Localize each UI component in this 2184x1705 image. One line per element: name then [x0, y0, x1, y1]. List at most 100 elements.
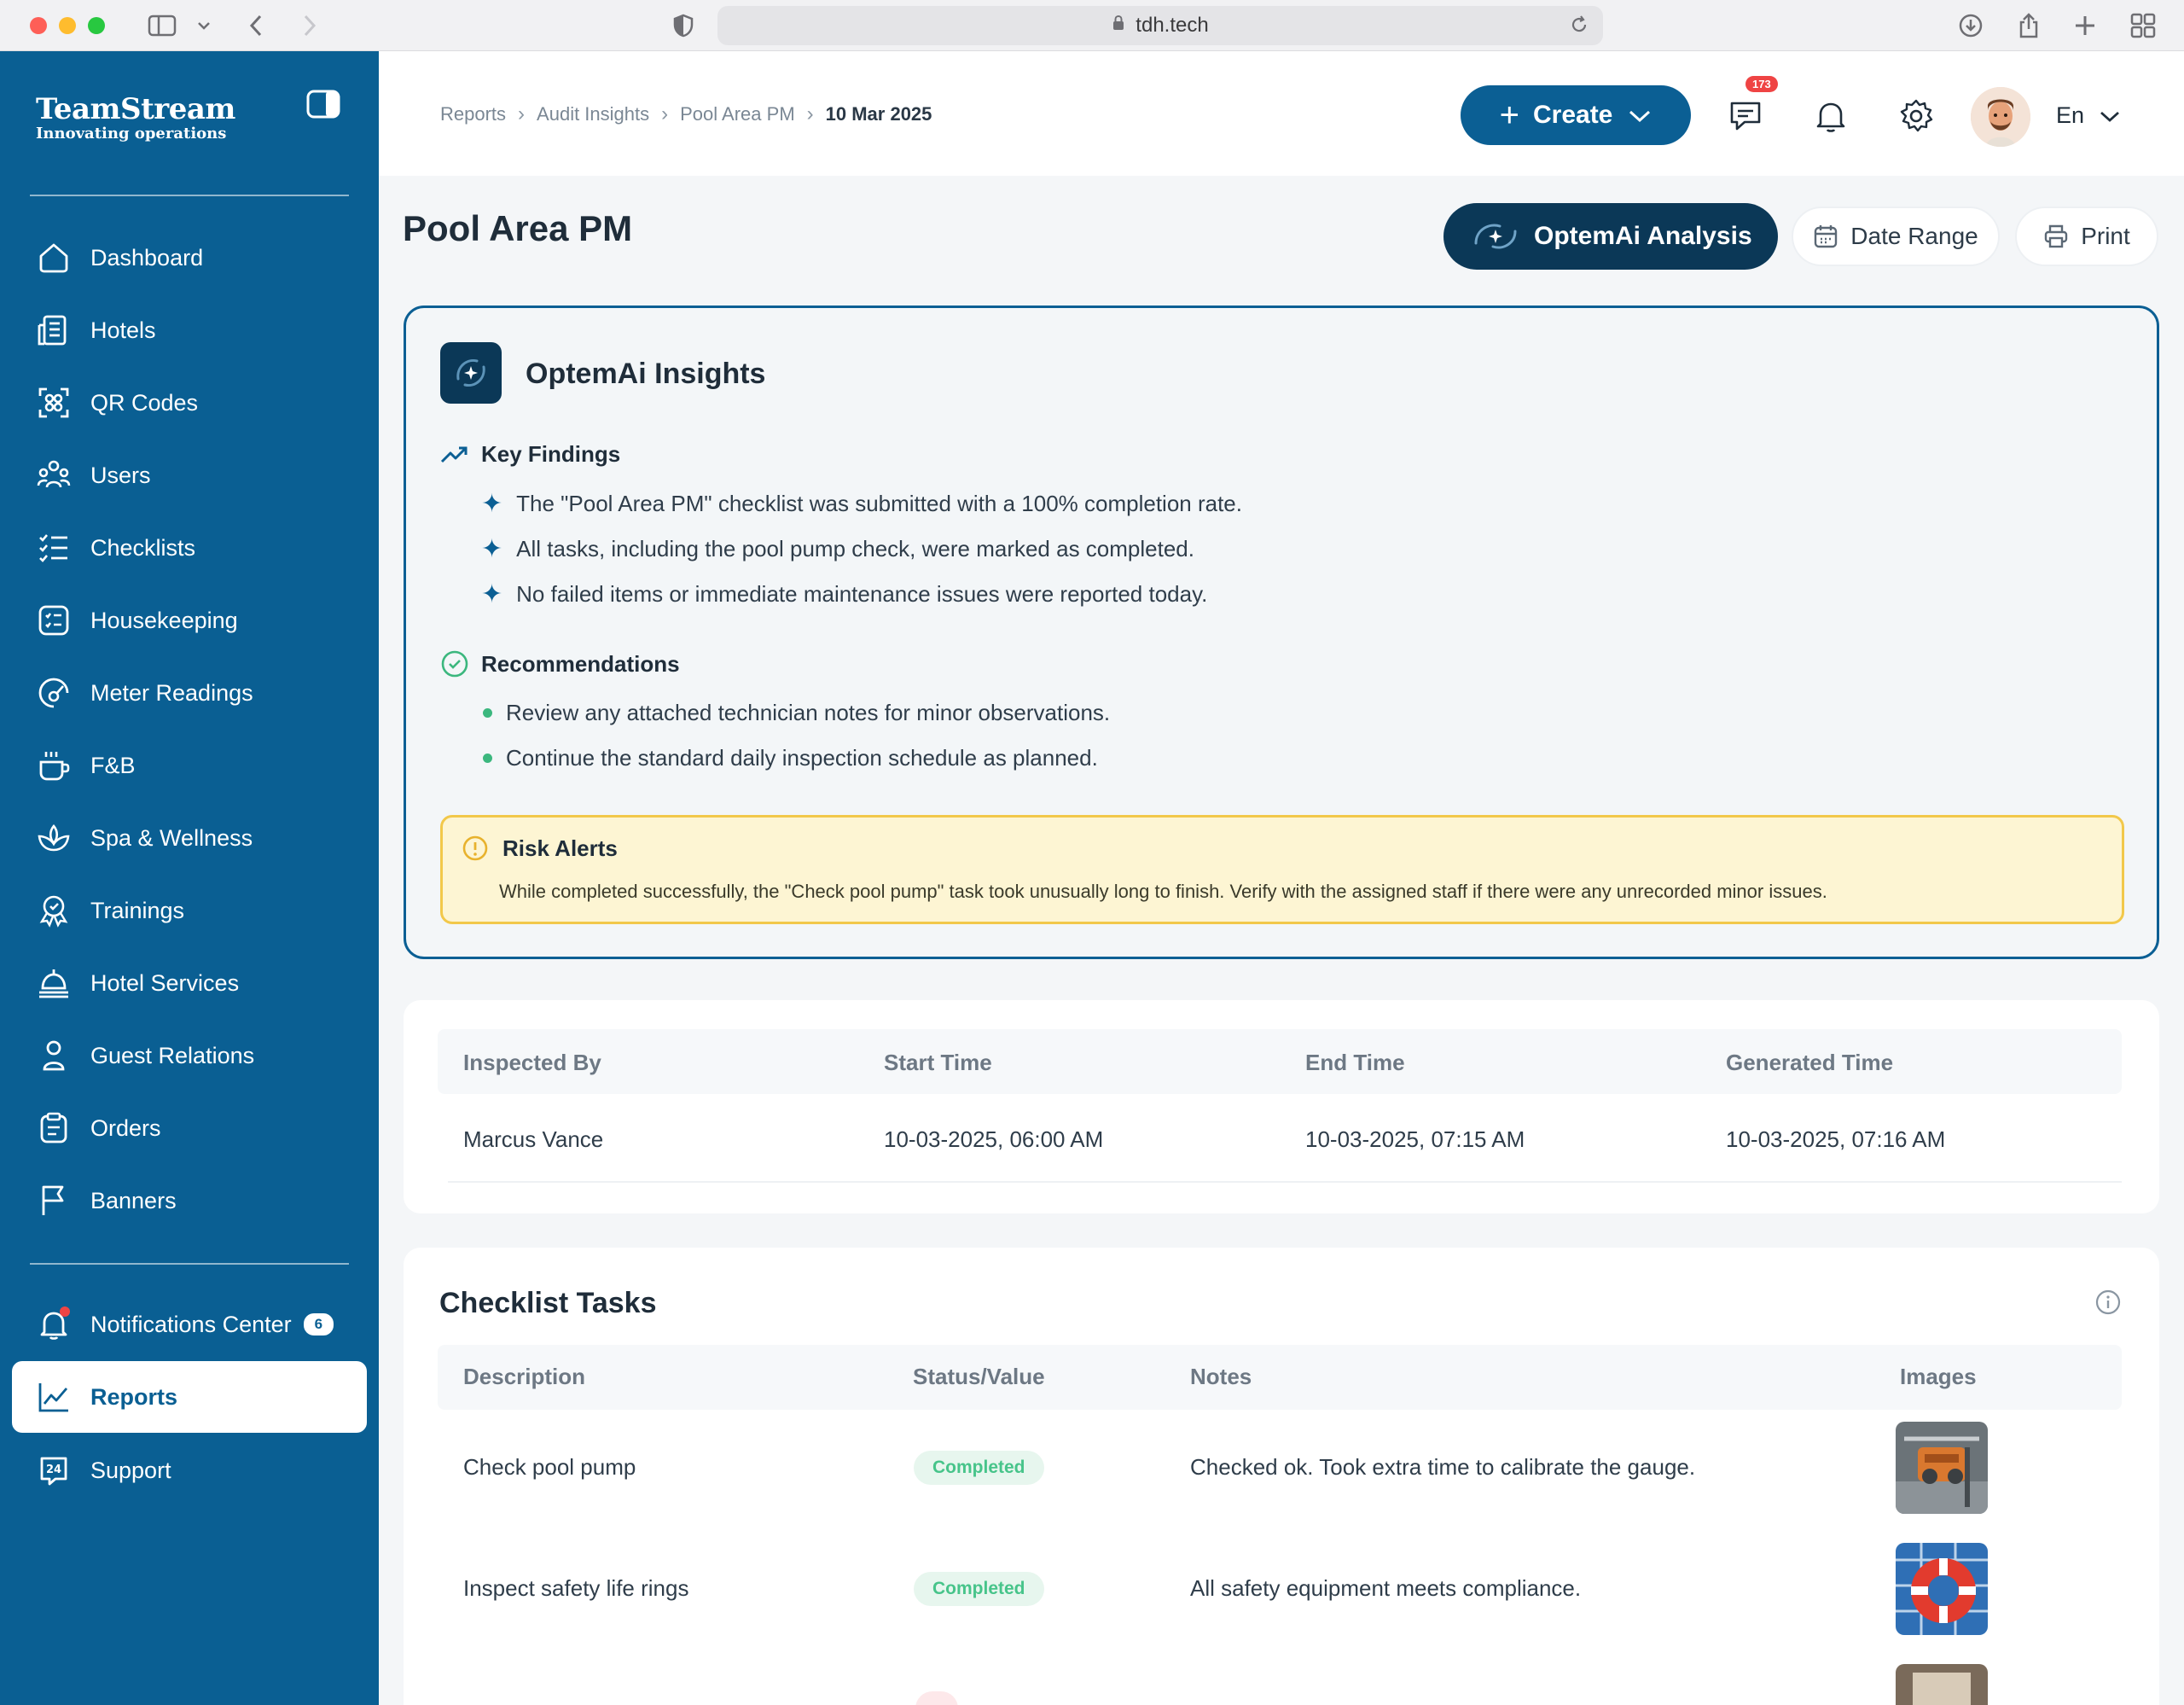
sidebar-item-reports[interactable]: Reports — [12, 1361, 367, 1433]
messages-icon[interactable] — [1727, 97, 1764, 135]
column-header: Description — [463, 1364, 586, 1389]
column-header: Status/Value — [913, 1364, 1045, 1389]
column-header: End Time — [1305, 1050, 1405, 1075]
sidebar-collapse-icon[interactable] — [305, 89, 343, 125]
sidebar-item-label: QR Codes — [90, 389, 199, 416]
avatar[interactable] — [1971, 87, 2030, 147]
sparkle-icon: ✦ — [481, 489, 503, 518]
status-badge: Completed — [914, 1572, 1044, 1606]
meter-icon — [36, 675, 72, 711]
printer-icon — [2043, 224, 2069, 249]
forward-icon[interactable] — [297, 11, 322, 40]
breadcrumb-current: 10 Mar 2025 — [825, 103, 932, 125]
new-tab-icon[interactable] — [2070, 11, 2100, 40]
breadcrumb: Reports › Audit Insights › Pool Area PM … — [440, 102, 932, 126]
address-bar[interactable]: tdh.tech — [717, 6, 1603, 45]
download-icon[interactable] — [1955, 11, 1986, 40]
sidebar-item-dashboard[interactable]: Dashboard — [12, 222, 367, 294]
checklist-title: Checklist Tasks — [439, 1287, 657, 1319]
reload-icon[interactable] — [1569, 15, 1589, 41]
bell-service-icon — [36, 965, 72, 1001]
sidebar-item-label: Checklists — [90, 534, 196, 561]
alert-circle-icon — [462, 835, 489, 862]
checklist-tasks-card: Checklist Tasks Description Status/Value… — [404, 1248, 2159, 1705]
chart-icon — [36, 1379, 72, 1415]
risk-alerts-label: Risk Alerts — [502, 835, 618, 861]
sidebar-item-fnb[interactable]: F&B — [12, 730, 367, 801]
breadcrumb-pool-area[interactable]: Pool Area PM — [680, 103, 795, 125]
sidebar-item-spa-wellness[interactable]: Spa & Wellness — [12, 802, 367, 874]
tab-overview-icon[interactable] — [2128, 11, 2158, 40]
task-description: Check pool pump — [463, 1454, 636, 1480]
info-icon[interactable] — [2094, 1289, 2122, 1320]
end-time-value: 10-03-2025, 07:15 AM — [1305, 1126, 1525, 1152]
risk-alert-text: While completed successfully, the "Check… — [499, 881, 1827, 902]
flag-icon — [36, 1183, 72, 1219]
key-findings-heading: Key Findings — [440, 441, 620, 468]
clipboard-icon — [36, 1110, 72, 1146]
table-header-row — [438, 1345, 2122, 1410]
sidebar-item-label: Users — [90, 462, 151, 488]
sidebar-item-users[interactable]: Users — [12, 439, 367, 511]
window-minimize-button[interactable] — [59, 17, 76, 34]
sidebar-item-label: Hotels — [90, 317, 156, 343]
sidebar-item-guest-relations[interactable]: Guest Relations — [12, 1020, 367, 1091]
breadcrumb-audit-insights[interactable]: Audit Insights — [537, 103, 649, 125]
task-description: Inspect safety life rings — [463, 1575, 689, 1601]
task-image-thumbnail[interactable] — [1896, 1422, 1988, 1514]
divider — [448, 1181, 2122, 1183]
optemai-analysis-button[interactable]: OptemAi Analysis — [1443, 203, 1778, 270]
sidebar-item-meter-readings[interactable]: Meter Readings — [12, 657, 367, 729]
task-image-thumbnail[interactable] — [1896, 1543, 1988, 1635]
finding-item: ✦ The "Pool Area PM" checklist was submi… — [481, 491, 1242, 517]
sidebar-item-trainings[interactable]: Trainings — [12, 875, 367, 946]
sidebar-item-housekeeping[interactable]: Housekeeping — [12, 585, 367, 656]
sidebar-item-support[interactable]: 24 Support — [12, 1434, 367, 1506]
sidebar-toggle-icon[interactable] — [145, 11, 179, 40]
language-selector[interactable]: En — [2056, 102, 2120, 129]
ai-sparkle-icon — [1469, 218, 1520, 255]
risk-alerts-box: Risk Alerts While completed successfully… — [440, 815, 2124, 924]
qr-code-icon — [36, 385, 72, 421]
trending-up-icon — [440, 445, 469, 465]
chevron-down-icon[interactable] — [195, 11, 213, 40]
bullet-dot — [483, 754, 492, 763]
sidebar-item-hotels[interactable]: Hotels — [12, 294, 367, 366]
window-zoom-button[interactable] — [88, 17, 105, 34]
status-badge: Completed — [914, 1451, 1044, 1485]
sidebar-item-label: Notifications Center — [90, 1311, 292, 1337]
sidebar-item-checklists[interactable]: Checklists — [12, 512, 367, 584]
bell-icon[interactable] — [1812, 97, 1850, 135]
recommendations-heading: Recommendations — [440, 649, 680, 678]
sidebar-item-banners[interactable]: Banners — [12, 1165, 367, 1237]
sidebar-item-orders[interactable]: Orders — [12, 1092, 367, 1164]
sidebar-item-label: Spa & Wellness — [90, 824, 253, 851]
print-button[interactable]: Print — [2015, 207, 2158, 266]
create-button[interactable]: + Create — [1461, 85, 1691, 145]
sidebar-item-label: Reports — [90, 1383, 178, 1410]
back-icon[interactable] — [243, 11, 269, 40]
task-image-thumbnail[interactable] — [1896, 1664, 1988, 1705]
recommendation-text: Review any attached technician notes for… — [506, 700, 1111, 725]
spa-icon — [36, 820, 72, 856]
window-close-button[interactable] — [30, 17, 47, 34]
sidebar-item-label: Support — [90, 1457, 171, 1483]
breadcrumb-reports[interactable]: Reports — [440, 103, 506, 125]
chevron-down-icon — [1628, 101, 1652, 130]
sidebar-item-qr-codes[interactable]: QR Codes — [12, 367, 367, 439]
gear-icon[interactable] — [1897, 97, 1935, 135]
shield-icon[interactable] — [671, 11, 696, 40]
sidebar-item-hotel-services[interactable]: Hotel Services — [12, 947, 367, 1019]
lock-icon — [1112, 14, 1125, 38]
sidebar-item-notifications-center[interactable]: Notifications Center 6 — [12, 1289, 367, 1360]
date-range-button[interactable]: Date Range — [1792, 207, 2000, 266]
column-header: Generated Time — [1726, 1050, 1894, 1075]
share-icon[interactable] — [2013, 11, 2044, 40]
print-label: Print — [2081, 223, 2130, 249]
recommendation-text: Continue the standard daily inspection s… — [506, 745, 1098, 771]
finding-item: ✦ All tasks, including the pool pump che… — [481, 536, 1194, 562]
key-findings-label: Key Findings — [481, 441, 621, 467]
chevron-right-icon: › — [661, 102, 669, 125]
sidebar-item-label: Guest Relations — [90, 1042, 255, 1068]
svg-text:24: 24 — [46, 1464, 61, 1476]
